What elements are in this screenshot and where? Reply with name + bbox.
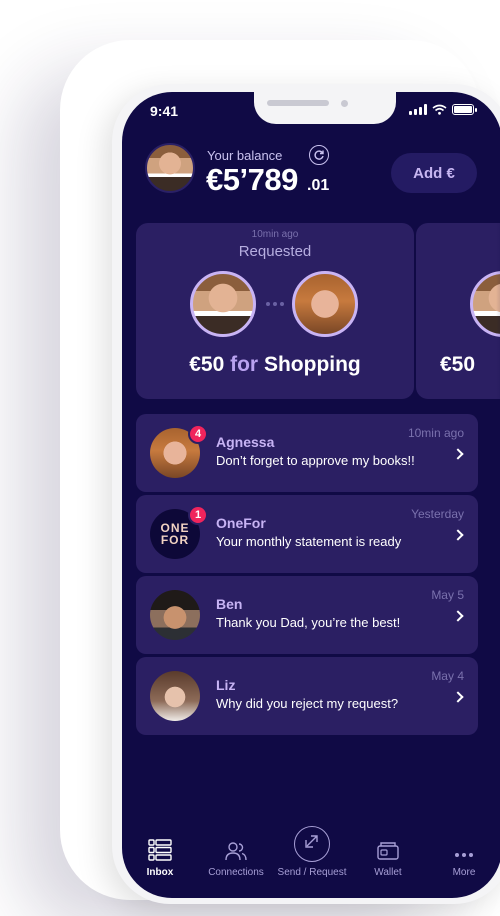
- balance-cents: .01: [307, 177, 330, 194]
- more-icon: [455, 853, 473, 857]
- message-item-ben[interactable]: Ben Thank you Dad, you’re the best! May …: [136, 576, 478, 654]
- refresh-icon[interactable]: [309, 145, 329, 165]
- carousel-fade: [496, 223, 500, 399]
- message-item-onefor[interactable]: ONE FOR 1 OneFor Your monthly statement …: [136, 495, 478, 573]
- unread-badge: 1: [188, 505, 208, 525]
- camera: [341, 100, 348, 107]
- wallet-icon: [377, 842, 399, 860]
- message-time: May 4: [431, 669, 464, 683]
- recipient-avatar: [292, 271, 358, 337]
- tab-label: Inbox: [146, 867, 174, 878]
- message-preview: Don’t forget to approve my books!!: [216, 453, 415, 468]
- inbox-icon: [148, 839, 172, 861]
- message-time: Yesterday: [411, 507, 464, 521]
- logo-line-2: FOR: [160, 533, 190, 547]
- avatar: [150, 590, 200, 640]
- battery-icon: [452, 104, 477, 115]
- chevron-right-icon: [452, 610, 464, 622]
- chevron-right-icon: [452, 529, 464, 541]
- request-summary: €50: [440, 353, 500, 377]
- request-amount: €50: [189, 353, 225, 376]
- message-time: 10min ago: [407, 426, 464, 440]
- unread-badge: 4: [188, 424, 208, 444]
- message-sender: Liz: [216, 677, 236, 693]
- message-preview: Your monthly statement is ready: [216, 534, 402, 549]
- avatar: [150, 671, 200, 721]
- notch: [254, 92, 396, 124]
- request-time: 10min ago: [251, 229, 299, 240]
- profile-avatar[interactable]: [145, 143, 195, 193]
- tab-more[interactable]: More: [426, 820, 500, 878]
- chevron-right-icon: [452, 448, 464, 460]
- add-money-button[interactable]: Add €: [391, 153, 477, 193]
- request-summary: €50 for Shopping: [136, 353, 414, 377]
- message-item-agnessa[interactable]: 4 Agnessa Don’t forget to approve my boo…: [136, 414, 478, 492]
- send-request-icon: [294, 826, 330, 862]
- tab-inbox[interactable]: Inbox: [122, 820, 198, 878]
- message-sender: Ben: [216, 596, 243, 612]
- status-time: 9:41: [150, 103, 179, 119]
- message-sender: Agnessa: [216, 434, 275, 450]
- tab-label: More: [452, 867, 476, 878]
- tab-label: Connections: [208, 867, 264, 878]
- connections-icon: [225, 842, 247, 861]
- tab-connections[interactable]: Connections: [198, 820, 274, 878]
- request-card[interactable]: 10min ago Requested €50 for Shopping: [136, 223, 414, 399]
- message-sender: OneFor: [216, 515, 266, 531]
- wifi-icon: [432, 104, 447, 115]
- speaker: [267, 100, 329, 106]
- request-amount: €50: [440, 353, 476, 376]
- tab-send-request[interactable]: Send / Request: [274, 820, 350, 878]
- request-status: Requested: [238, 243, 312, 260]
- tab-label: Send / Request: [277, 867, 347, 878]
- status-icons: [409, 104, 477, 115]
- message-item-liz[interactable]: Liz Why did you reject my request? May 4: [136, 657, 478, 735]
- message-preview: Why did you reject my request?: [216, 696, 399, 711]
- signal-icon: [409, 104, 427, 115]
- tab-bar: Inbox Connections Send / Request Wallet …: [122, 820, 500, 878]
- balance-label: Your balance: [207, 148, 283, 163]
- requester-avatar: [190, 271, 256, 337]
- tab-wallet[interactable]: Wallet: [350, 820, 426, 878]
- chevron-right-icon: [452, 691, 464, 703]
- app-screen: 9:41 Your balance €5’789 .01 Add € 10min…: [122, 92, 500, 898]
- balance-amount: €5’789: [206, 162, 298, 197]
- message-time: May 5: [431, 588, 464, 602]
- message-preview: Thank you Dad, you’re the best!: [216, 615, 401, 630]
- request-for-word: for: [230, 353, 259, 376]
- request-card-next[interactable]: €50: [416, 223, 500, 399]
- transfer-dots-icon: [266, 302, 284, 306]
- request-purpose: Shopping: [263, 353, 361, 376]
- tab-label: Wallet: [374, 867, 402, 878]
